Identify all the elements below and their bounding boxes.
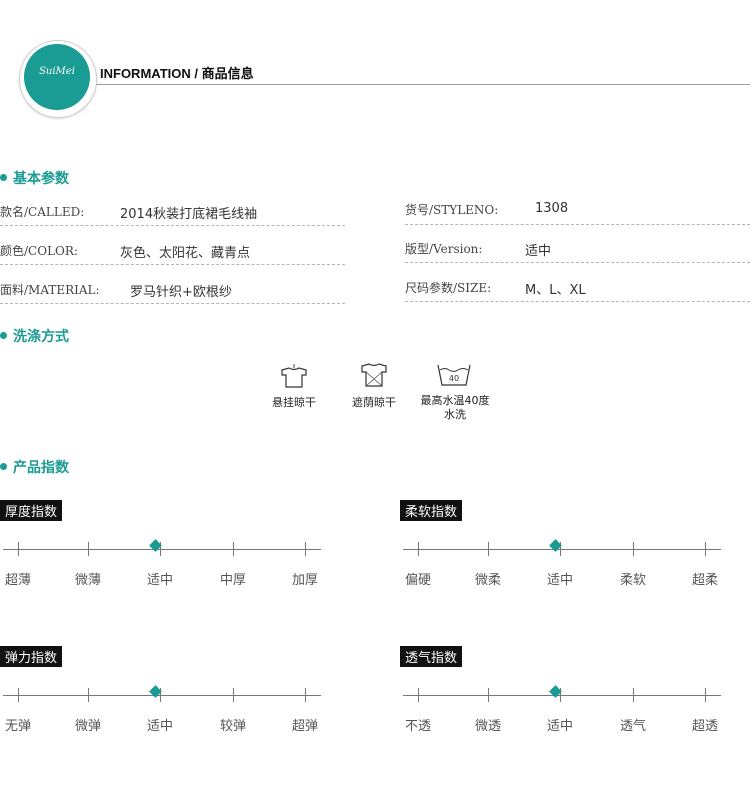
index-tick-label: 适中 [146,719,173,734]
index-tick-label: 适中 [546,719,573,734]
wash-40-icon: 40 [437,364,471,386]
param-label-styleno: 货号/STYLENO: [405,203,499,217]
param-value-material: 罗马针织+欧根纱 [130,285,232,300]
shade-dry-icon [361,363,387,387]
param-value-version: 适中 [525,244,552,259]
index-tick [18,688,19,702]
logo-text: SuiMei [39,66,75,77]
index-tick [88,542,89,556]
param-value-color: 灰色、太阳花、藏青点 [120,246,251,261]
page-title: INFORMATION / 商品信息 [100,66,254,81]
index-tick-label: 适中 [546,573,573,588]
index-tick [305,542,306,556]
index-tick-label: 微透 [474,719,501,734]
index-axis [3,549,321,550]
index-tick [233,688,234,702]
divider [405,262,750,263]
param-label-color: 颜色/COLOR: [0,244,78,258]
index-tick-label: 无弹 [4,719,31,734]
section-basic-title: 基本参数 [13,171,69,187]
param-value-size: M、L、XL [525,283,586,298]
index-tick-label: 微薄 [74,573,101,588]
index-title-tag: 柔软指数 [400,500,463,521]
index-tick [305,688,306,702]
index-tick-label: 较弹 [219,719,246,734]
index-tick-label: 微弹 [74,719,101,734]
wash-label-40: 最高水温40度 水洗 [420,394,490,421]
divider [405,301,750,302]
section-wash: 洗涤方式 [0,326,69,346]
bullet-icon [0,174,7,181]
index-tick [488,542,489,556]
section-basic-params: 基本参数 [0,168,69,188]
section-index-title: 产品指数 [13,460,69,476]
index-tick [705,688,706,702]
index-tick-label: 柔软 [619,573,646,588]
index-tick [418,542,419,556]
index-tick-label: 超薄 [4,573,31,588]
index-tick [18,542,19,556]
index-axis [3,695,321,696]
index-tick-label: 超柔 [691,573,718,588]
param-label-size: 尺码参数/SIZE: [405,281,492,295]
index-axis [403,695,721,696]
header-rule [94,84,750,85]
bullet-icon [0,463,7,470]
section-index: 产品指数 [0,457,69,477]
index-tick [488,688,489,702]
wash-label-hang: 悬挂晾干 [272,396,316,409]
divider [0,264,345,265]
index-tick-label: 加厚 [291,573,318,588]
divider [0,225,345,226]
logo [24,44,90,110]
index-axis [403,549,721,550]
index-tick-label: 超弹 [291,719,318,734]
bullet-icon [0,332,7,339]
param-label-called: 款名/CALLED: [0,205,85,219]
wash-temp: 40 [449,374,459,383]
index-tick [633,542,634,556]
wash-label-shade: 遮荫晾干 [352,396,396,409]
index-tick [633,688,634,702]
index-tick [418,688,419,702]
section-wash-title: 洗涤方式 [13,329,69,345]
index-tick-label: 中厚 [219,573,246,588]
divider [0,303,345,304]
index-tick [88,688,89,702]
index-tick-label: 适中 [146,573,173,588]
param-label-material: 面料/MATERIAL: [0,283,100,297]
index-title-tag: 透气指数 [400,646,463,667]
param-label-version: 版型/Version: [405,242,483,256]
index-tick-label: 超透 [691,719,718,734]
param-value-styleno: 1308 [535,201,569,216]
divider [405,224,750,225]
param-value-called: 2014秋装打底裙毛线袖 [120,207,258,222]
index-tick [233,542,234,556]
index-title-tag: 弹力指数 [0,646,63,667]
index-tick-label: 微柔 [474,573,501,588]
index-title-tag: 厚度指数 [0,500,63,521]
index-tick-label: 不透 [404,719,431,734]
index-tick [705,542,706,556]
hang-dry-icon [281,364,307,388]
index-tick-label: 偏硬 [404,573,431,588]
index-tick-label: 透气 [619,719,646,734]
